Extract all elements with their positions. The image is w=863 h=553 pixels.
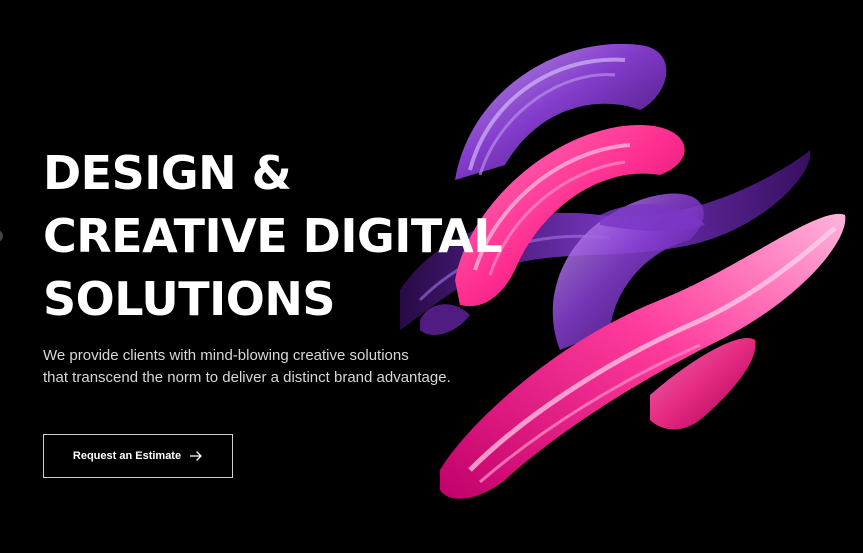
- hero-subtitle: We provide clients with mind-blowing cre…: [43, 345, 451, 389]
- hero-section: DESIGN & CREATIVE DIGITAL SOLUTIONS We p…: [0, 0, 863, 553]
- arrow-right-icon: [190, 451, 203, 461]
- request-estimate-button[interactable]: Request an Estimate: [43, 434, 233, 478]
- request-estimate-label: Request an Estimate: [72, 450, 182, 462]
- headline-line-2: CREATIVE DIGITAL: [43, 209, 503, 263]
- headline-line-1: DESIGN &: [43, 146, 292, 200]
- subtitle-line-1: We provide clients with mind-blowing cre…: [43, 347, 409, 364]
- hero-headline: DESIGN & CREATIVE DIGITAL SOLUTIONS: [43, 142, 503, 331]
- subtitle-line-2: that transcend the norm to deliver a dis…: [43, 369, 451, 386]
- headline-line-3: SOLUTIONS: [43, 272, 335, 326]
